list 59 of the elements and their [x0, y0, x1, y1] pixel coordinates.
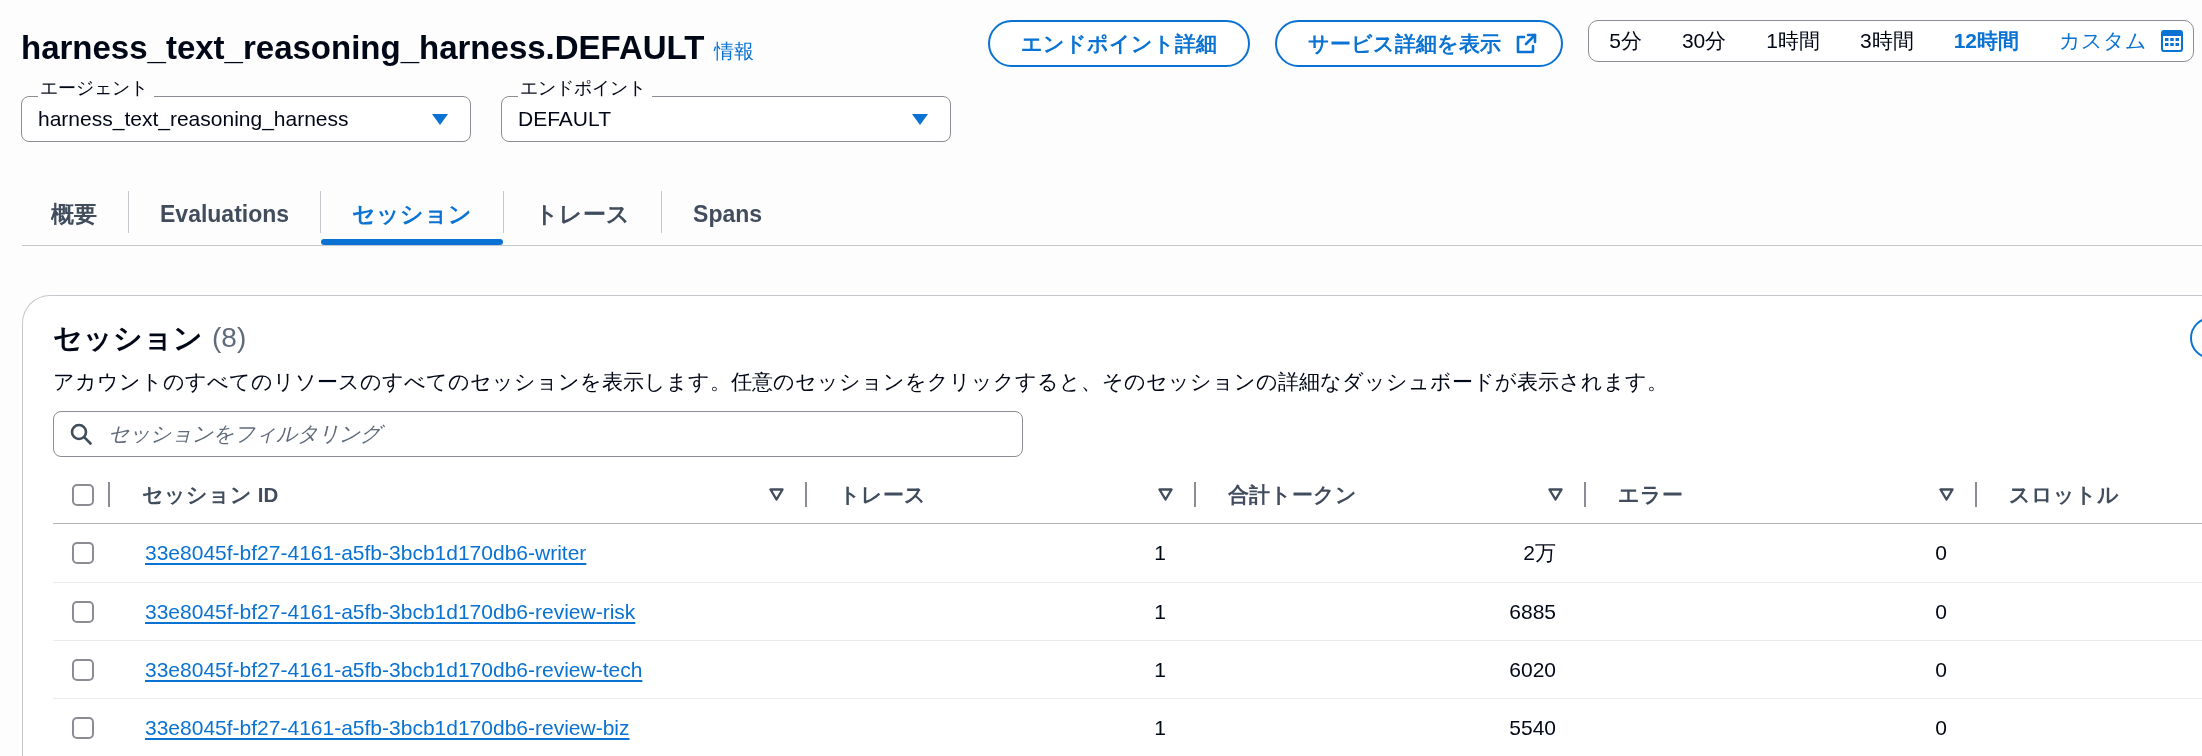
section-title: セッション	[53, 321, 203, 356]
table-cell-text: 6020	[1508, 656, 1557, 683]
time-range-option[interactable]: 5分	[1589, 21, 1662, 61]
checkbox[interactable]	[72, 716, 94, 739]
session-link[interactable]: 33e8045f-bf27-4161-a5fb-3bcb1d170db6-review-risk	[145, 599, 636, 623]
custom-range-button[interactable]: カスタム	[2039, 21, 2193, 61]
info-link[interactable]: 情報	[714, 36, 755, 66]
select-field[interactable]: エンドポイント DEFAULT	[501, 79, 951, 142]
session-link[interactable]: 33e8045f-bf27-4161-a5fb-3bcb1d170db6-review-tech	[145, 657, 643, 681]
checkbox[interactable]	[72, 542, 94, 564]
external-link-icon	[1515, 32, 1538, 55]
search-field[interactable]: セッションをフィルタリング	[53, 411, 1023, 457]
sort-icon	[1548, 488, 1563, 501]
session-link[interactable]: 33e8045f-bf27-4161-a5fb-3bcb1d170db6-writer	[145, 541, 587, 564]
section-description: アカウントのすべてのリソースのすべてのセッションを表示します。任意のセッションをクリックすると、そのセッションの詳細なダッシュボードが表示されます。	[53, 369, 1668, 395]
table-cell-text: 1	[1153, 598, 1167, 625]
table-cell-text: 1	[1153, 656, 1167, 683]
calendar-icon	[2161, 30, 2183, 52]
caret-icon	[912, 113, 928, 125]
checkbox[interactable]	[72, 600, 94, 623]
table-cell-text: 1	[1153, 540, 1167, 566]
time-range-option[interactable]: 30分	[1661, 21, 1747, 61]
tab[interactable]: セッション	[321, 191, 504, 245]
tab[interactable]: トレース	[504, 191, 662, 245]
action-button[interactable]: サービス詳細を表示	[1275, 20, 1564, 67]
field-label: エンドポイント	[519, 79, 647, 100]
field-label: エージェント	[39, 79, 149, 100]
table-cell-text: 0	[1934, 598, 1948, 625]
table-cell-text: 6885	[1508, 598, 1557, 625]
table-cell-text: 2万	[1522, 540, 1557, 566]
table-cell-text: 0	[1934, 656, 1948, 683]
tab[interactable]: Spans	[662, 191, 794, 245]
search-icon	[70, 423, 92, 445]
column-header[interactable]: スロットル	[1977, 466, 2202, 523]
column-header[interactable]: セッション ID	[110, 466, 807, 523]
checkbox[interactable]	[72, 483, 94, 506]
time-range-option[interactable]: 1時間	[1746, 21, 1840, 61]
time-range-option[interactable]: 3時間	[1839, 21, 1934, 61]
table-cell-text: 5540	[1508, 714, 1557, 741]
column-header[interactable]: エラー	[1586, 466, 1977, 523]
table-cell-text: 0	[1934, 714, 1948, 741]
action-button[interactable]: エンドポイント詳細	[988, 20, 1251, 67]
tab[interactable]: Evaluations	[129, 191, 321, 245]
table-cell-text: 1	[1153, 714, 1167, 741]
checkbox[interactable]	[72, 658, 94, 681]
sort-icon	[1939, 488, 1954, 501]
caret-icon	[432, 113, 448, 125]
time-range-option[interactable]: 12時間	[1933, 21, 2039, 61]
column-header[interactable]: 合計トークン	[1196, 466, 1586, 523]
tab[interactable]: 概要	[22, 191, 128, 245]
column-header[interactable]: トレース	[807, 466, 1196, 523]
sort-icon	[769, 488, 784, 501]
select-field[interactable]: エージェント harness_text_reasoning_harness	[21, 79, 471, 142]
item-count: (8)	[212, 321, 247, 355]
page-title: harness_text_reasoning_harness.DEFAULT	[21, 28, 705, 68]
table-cell-text: 0	[1934, 540, 1948, 566]
sort-icon	[1158, 488, 1173, 501]
session-link[interactable]: 33e8045f-bf27-4161-a5fb-3bcb1d170db6-review-biz	[145, 715, 630, 739]
round-button[interactable]	[2190, 317, 2202, 359]
